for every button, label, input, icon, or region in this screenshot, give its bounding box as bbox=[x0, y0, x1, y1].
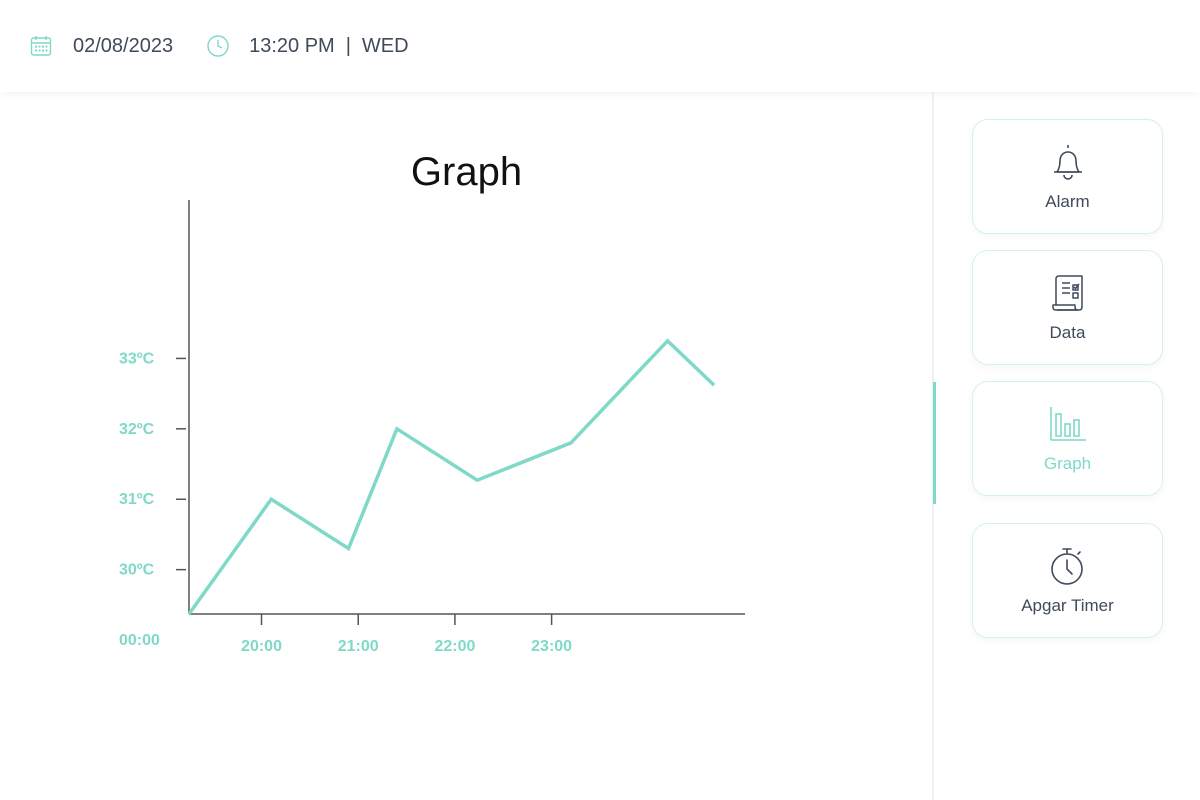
nav-alarm-button[interactable]: Alarm bbox=[972, 119, 1163, 234]
clock-icon bbox=[206, 34, 230, 58]
nav-data-button[interactable]: Data bbox=[972, 250, 1163, 365]
nav-data-label: Data bbox=[1049, 323, 1086, 342]
time-group: 13:20 PM | WED bbox=[206, 34, 409, 58]
x-tick-label: 23:00 bbox=[531, 638, 572, 655]
y-tick-label: 32ºC bbox=[119, 421, 155, 438]
nav-graph-button[interactable]: Graph bbox=[972, 381, 1163, 496]
x-tick-label: 20:00 bbox=[241, 638, 282, 655]
y-tick-label: 30ºC bbox=[119, 562, 155, 579]
x-tick-label: 21:00 bbox=[338, 638, 379, 655]
graph-panel: Graph 30ºC 31ºC 32ºC 33ºC 20:00 21:00 22:00 23:… bbox=[0, 92, 932, 800]
bar-chart-icon bbox=[1048, 404, 1088, 444]
calendar-icon bbox=[29, 34, 53, 58]
temperature-line-chart: 30ºC 31ºC 32ºC 33ºC 20:00 21:00 22:00 23:00 00:0… bbox=[119, 200, 745, 655]
current-day: WED bbox=[361, 34, 409, 57]
sidebar: Alarm Data Graph Apgar Timer bbox=[932, 92, 1200, 800]
top-bar: 02/08/2023 13:20 PM | WED bbox=[0, 0, 1200, 92]
time-separator: | bbox=[345, 34, 351, 57]
current-date: 02/08/2023 bbox=[73, 34, 174, 57]
nav-apgar-timer-button[interactable]: Apgar Timer bbox=[972, 523, 1163, 638]
temperature-series-line bbox=[187, 338, 716, 616]
date-group: 02/08/2023 bbox=[29, 34, 173, 58]
nav-graph-label: Graph bbox=[1043, 454, 1092, 473]
stopwatch-icon bbox=[1049, 546, 1087, 586]
current-time: 13:20 PM bbox=[249, 34, 335, 57]
nav-alarm-label: Alarm bbox=[1045, 192, 1090, 211]
active-nav-indicator bbox=[933, 382, 936, 504]
origin-label: 00:00 bbox=[119, 632, 160, 649]
document-checklist-icon bbox=[1050, 273, 1086, 313]
nav-apgar-timer-label: Apgar Timer bbox=[1021, 596, 1114, 615]
y-tick-label: 31ºC bbox=[119, 491, 155, 508]
bell-icon bbox=[1051, 142, 1085, 182]
x-tick-label: 22:00 bbox=[434, 638, 475, 655]
y-tick-label: 33ºC bbox=[119, 350, 155, 367]
